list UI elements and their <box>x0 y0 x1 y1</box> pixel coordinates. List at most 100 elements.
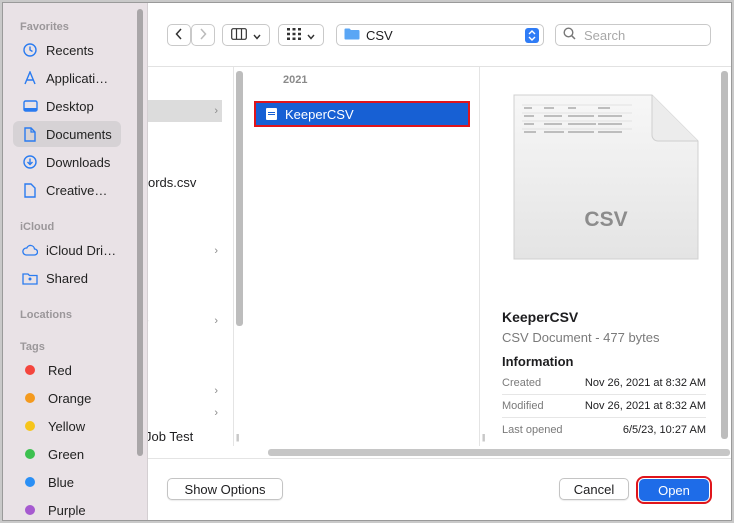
up-down-chevron-icon <box>525 28 539 43</box>
chevron-right-icon <box>199 27 207 43</box>
sidebar-item-desktop[interactable]: Desktop <box>13 93 121 119</box>
sidebar: Favorites Recents Applicati… Desktop Doc… <box>3 3 148 520</box>
icloud-header: iCloud <box>20 221 55 233</box>
column-2: 2021 KeeperCSV || <box>246 67 485 446</box>
column-1: › ords.csv › › › › › Job Test || <box>148 67 243 447</box>
sidebar-item-downloads[interactable]: Downloads <box>13 149 121 175</box>
chevron-right-icon: › <box>214 407 218 419</box>
list-item[interactable]: › <box>148 380 222 402</box>
meta-row-modified: Modified Nov 26, 2021 at 8:32 AM <box>502 395 706 418</box>
csv-file-icon: CSV <box>512 93 700 263</box>
sidebar-tag-orange[interactable]: Orange <box>13 385 121 411</box>
columns-view-icon <box>231 27 247 43</box>
show-options-button[interactable]: Show Options <box>167 478 283 500</box>
list-item[interactable]: › <box>148 402 222 424</box>
tag-dot-icon <box>25 393 35 403</box>
locations-header: Locations <box>20 309 72 321</box>
group-by-button[interactable] <box>278 24 324 46</box>
location-popup[interactable]: CSV <box>336 24 544 46</box>
column-header: 2021 <box>283 74 308 86</box>
open-button[interactable]: Open <box>636 476 712 504</box>
sidebar-tag-blue[interactable]: Blue <box>13 469 121 495</box>
list-item[interactable]: › <box>148 100 222 122</box>
view-mode-button[interactable] <box>222 24 270 46</box>
shared-folder-icon <box>22 270 38 286</box>
column-1-scrollbar[interactable] <box>236 71 243 326</box>
sidebar-tag-purple[interactable]: Purple <box>13 497 121 520</box>
sidebar-item-recents[interactable]: Recents <box>13 37 121 63</box>
tag-dot-icon <box>25 421 35 431</box>
footer-divider <box>148 458 731 459</box>
chevron-right-icon: › <box>214 245 218 257</box>
sidebar-item-label: Documents <box>46 126 112 142</box>
cancel-button[interactable]: Cancel <box>559 478 629 500</box>
chevron-down-icon <box>307 28 315 43</box>
chevron-right-icon: › <box>148 315 149 327</box>
meta-row-last-opened: Last opened 6/5/23, 10:27 AM <box>502 423 706 436</box>
sidebar-item-label: Shared <box>46 270 88 286</box>
list-item[interactable]: Job Test <box>148 425 222 447</box>
search-field[interactable]: Search <box>555 24 711 46</box>
sidebar-item-label: Orange <box>48 390 92 406</box>
clock-icon <box>22 42 38 58</box>
favorites-header: Favorites <box>20 21 69 33</box>
sidebar-item-documents[interactable]: Documents <box>13 121 121 147</box>
preview-file-kind: CSV Document - 477 bytes <box>502 330 660 345</box>
file-type-label: CSV <box>584 208 628 231</box>
sidebar-item-label: iCloud Dri… <box>46 242 117 258</box>
sidebar-scrollbar[interactable] <box>137 9 143 456</box>
horizontal-scrollbar[interactable] <box>268 449 730 456</box>
sidebar-item-icloud-drive[interactable]: iCloud Dri… <box>13 237 121 263</box>
tag-dot-icon <box>25 477 35 487</box>
preview-file-name: KeeperCSV <box>502 309 579 325</box>
sidebar-tag-red[interactable]: Red <box>13 357 121 383</box>
open-file-dialog: Favorites Recents Applicati… Desktop Doc… <box>2 2 732 521</box>
tag-dot-icon <box>25 505 35 515</box>
chevron-left-icon <box>175 27 183 43</box>
sidebar-item-label: Downloads <box>46 154 111 170</box>
tag-dot-icon <box>25 449 35 459</box>
preview-pane: CSV KeeperCSV CSV Document - 477 bytes I… <box>492 67 731 446</box>
sidebar-item-label: Desktop <box>46 98 94 114</box>
chevron-right-icon: › <box>214 315 218 327</box>
document-icon <box>266 108 277 120</box>
sidebar-item-label: Red <box>48 362 72 378</box>
sidebar-item-label: Purple <box>48 502 86 518</box>
list-item[interactable]: › › <box>148 310 222 332</box>
sidebar-item-label: Recents <box>46 42 94 58</box>
desktop-icon <box>22 98 38 114</box>
cloud-icon <box>22 242 38 258</box>
file-browser: › ords.csv › › › › › Job Test || <box>148 66 731 458</box>
sidebar-tag-green[interactable]: Green <box>13 441 121 467</box>
search-placeholder: Search <box>584 27 626 43</box>
download-icon <box>22 154 38 170</box>
list-item-label: Job Test <box>148 428 194 444</box>
forward-button[interactable] <box>191 24 215 46</box>
file-icon <box>22 182 38 198</box>
sidebar-item-label: Blue <box>48 474 75 490</box>
chevron-down-icon <box>253 28 261 43</box>
preview-scrollbar[interactable] <box>721 71 728 439</box>
sidebar-item-applications[interactable]: Applicati… <box>13 65 121 91</box>
folder-icon <box>344 27 360 43</box>
sidebar-item-shared[interactable]: Shared <box>13 265 121 291</box>
sidebar-item-creative[interactable]: Creative… <box>13 177 121 203</box>
selected-file-row[interactable]: KeeperCSV <box>254 101 470 127</box>
sidebar-item-label: Applicati… <box>46 70 109 86</box>
sidebar-tag-yellow[interactable]: Yellow <box>13 413 121 439</box>
back-button[interactable] <box>167 24 191 46</box>
list-item[interactable]: ords.csv <box>148 171 222 193</box>
sidebar-item-label: Yellow <box>48 418 86 434</box>
meta-row-created: Created Nov 26, 2021 at 8:32 AM <box>502 372 706 395</box>
list-item[interactable]: › <box>148 240 222 262</box>
search-icon <box>563 27 576 43</box>
column-resize-handle[interactable]: || <box>236 433 239 442</box>
file-name: KeeperCSV <box>285 106 354 122</box>
grid-icon <box>287 27 301 43</box>
tags-header: Tags <box>20 341 45 353</box>
chevron-right-icon: › <box>214 385 218 397</box>
applications-icon <box>22 70 38 86</box>
information-header: Information <box>502 354 574 369</box>
sidebar-item-label: Green <box>48 446 85 462</box>
column-resize-handle[interactable]: || <box>482 433 485 442</box>
